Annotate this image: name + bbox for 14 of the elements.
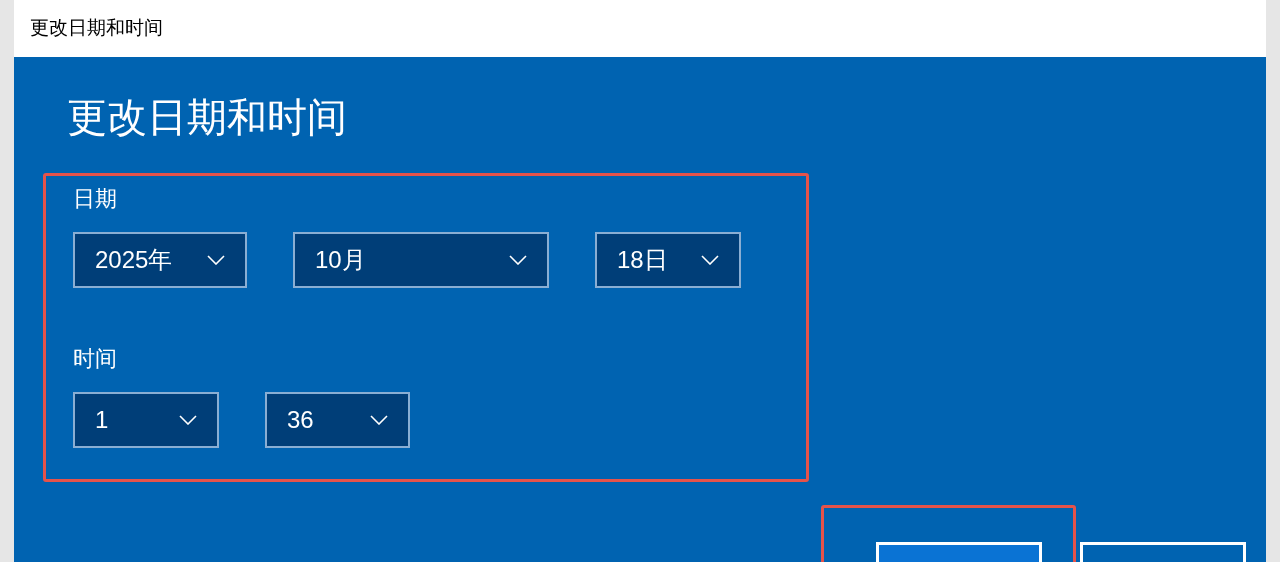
dropdown[interactable]: 36 [265,392,410,448]
field-label: 时间 [73,348,118,370]
dropdown[interactable]: 1 [73,392,219,448]
chevron-down-icon [370,415,388,425]
chevron-down-icon [509,255,527,265]
chevron-down-icon [701,255,719,265]
field-label: 日期 [73,188,118,210]
dropdown[interactable]: 18日 [595,232,741,288]
chevron-down-icon [179,415,197,425]
dialog-heading: 更改日期和时间 [67,97,347,137]
window-title: 更改日期和时间 [30,16,163,41]
dropdown[interactable]: 2025年 [73,232,247,288]
dropdown[interactable]: 10月 [293,232,549,288]
chevron-down-icon [207,255,225,265]
